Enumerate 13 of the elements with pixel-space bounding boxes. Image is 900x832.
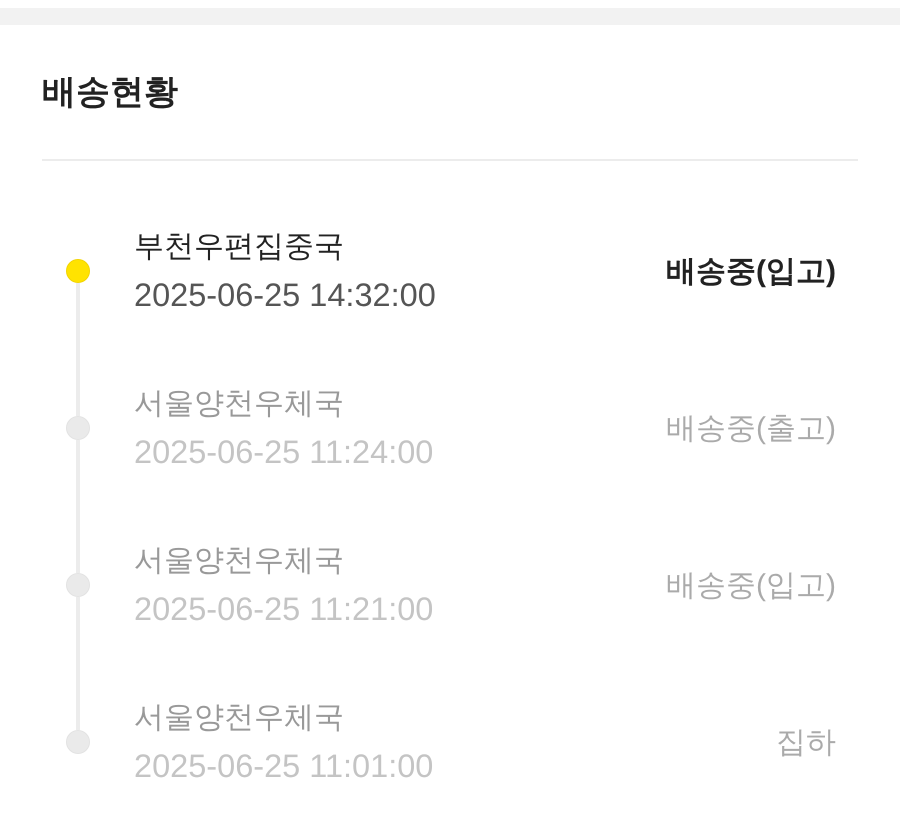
location-name: 서울양천우체국: [134, 386, 344, 422]
event-time: 2025-06-25 11:01:00: [134, 747, 434, 786]
delivery-status: 배송중(입고): [666, 254, 836, 290]
section-title: 배송현황: [42, 72, 178, 112]
delivery-status: 집하: [776, 724, 836, 760]
delivery-status: 배송중(출고): [666, 410, 836, 446]
location-name: 서울양천우체국: [134, 700, 344, 736]
delivery-status: 배송중(입고): [666, 568, 836, 604]
location-name: 서울양천우체국: [134, 543, 344, 579]
event-time: 2025-06-25 11:21:00: [134, 590, 434, 629]
event-time: 2025-06-25 14:32:00: [134, 276, 436, 315]
event-time: 2025-06-25 11:24:00: [134, 433, 434, 472]
location-name: 부천우편집중국: [134, 229, 344, 265]
